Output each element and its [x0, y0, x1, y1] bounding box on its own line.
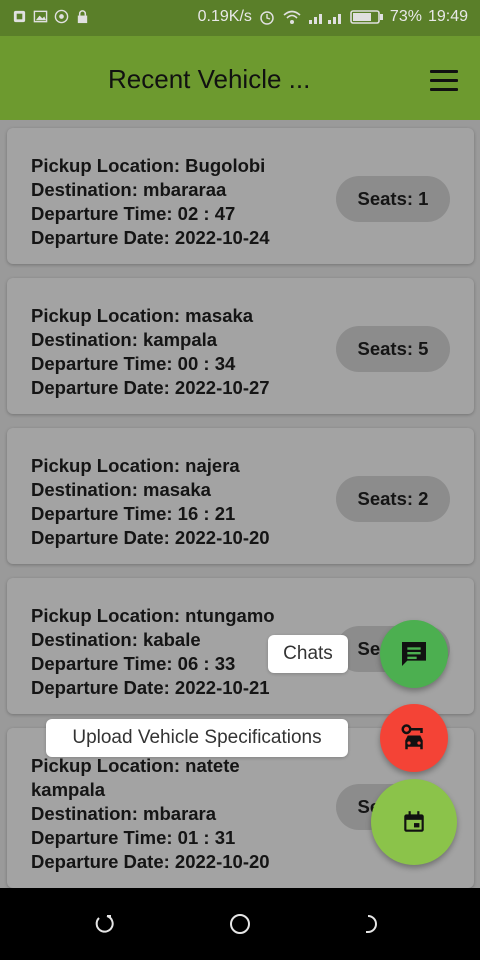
back-icon[interactable] — [362, 912, 386, 936]
ride-details: Pickup Location: natete kampala Destinat… — [31, 754, 270, 874]
ride-details: Pickup Location: Bugolobi Destination: m… — [31, 154, 270, 250]
menu-icon[interactable] — [430, 70, 458, 92]
upload-vehicle-specs-button[interactable] — [380, 704, 448, 772]
recents-icon[interactable] — [95, 912, 119, 936]
gallery-icon — [33, 10, 48, 23]
pickup-location-cont: kampala — [31, 779, 106, 800]
app-bar: Recent Vehicle ... — [0, 36, 480, 120]
destination: Destination: kampala — [31, 329, 218, 350]
battery-icon — [350, 10, 383, 24]
ride-card[interactable]: Pickup Location: masaka Destination: kam… — [7, 278, 474, 414]
departure-time: Departure Time: 16 : 21 — [31, 503, 236, 524]
car-key-icon — [401, 724, 423, 750]
clock: 19:49 — [427, 8, 468, 25]
whatsapp-icon — [54, 9, 69, 24]
pickup-location: Pickup Location: ntungamo — [31, 605, 275, 626]
status-icons-right: 0.19K/s 73% 19:49 — [198, 8, 468, 26]
seats-chip[interactable]: Seats: 1 — [336, 176, 450, 222]
sim-icon — [13, 10, 26, 23]
departure-date: Departure Date: 2022-10-20 — [31, 851, 270, 872]
network-speed: 0.19K/s — [197, 8, 252, 25]
destination: Destination: kabale — [31, 629, 201, 650]
departure-time: Departure Time: 01 : 31 — [31, 827, 236, 848]
departure-time: Departure Time: 00 : 34 — [31, 353, 236, 374]
ride-card[interactable]: Pickup Location: Bugolobi Destination: m… — [7, 128, 474, 264]
page-title: Recent Vehicle ... — [108, 64, 311, 94]
pickup-location: Pickup Location: natete — [31, 755, 240, 776]
ride-details: Pickup Location: najera Destination: mas… — [31, 454, 270, 550]
pickup-location: Pickup Location: najera — [31, 455, 240, 476]
lock-icon — [77, 10, 88, 24]
pickup-location: Pickup Location: Bugolobi — [31, 155, 266, 176]
departure-time: Departure Time: 06 : 33 — [31, 653, 236, 674]
battery-percent: 73% — [389, 8, 422, 25]
main-fab-button[interactable] — [371, 779, 457, 865]
destination: Destination: mbarara — [31, 803, 217, 824]
upload-vehicle-specs-label[interactable]: Upload Vehicle Specifications — [46, 719, 348, 757]
signal-icon — [308, 14, 341, 24]
chats-button[interactable] — [380, 620, 448, 688]
chat-icon — [402, 642, 426, 666]
departure-time: Departure Time: 02 : 47 — [31, 203, 236, 224]
departure-date: Departure Date: 2022-10-21 — [31, 677, 270, 698]
ride-details: Pickup Location: ntungamo Destination: k… — [31, 604, 275, 700]
departure-date: Departure Date: 2022-10-24 — [31, 227, 270, 248]
destination: Destination: masaka — [31, 479, 211, 500]
system-nav-bar — [0, 888, 480, 960]
destination: Destination: mbararaa — [31, 179, 227, 200]
home-icon[interactable] — [228, 912, 252, 936]
status-bar: 0.19K/s 73% 19:49 — [0, 0, 480, 36]
seats-chip[interactable]: Seats: 2 — [336, 476, 450, 522]
ride-card[interactable]: Pickup Location: najera Destination: mas… — [7, 428, 474, 564]
ride-details: Pickup Location: masaka Destination: kam… — [31, 304, 270, 400]
status-icons-left — [12, 9, 90, 24]
wifi-icon — [283, 10, 301, 24]
chats-label[interactable]: Chats — [268, 635, 348, 673]
rides-list[interactable]: Pickup Location: Bugolobi Destination: m… — [0, 120, 480, 888]
pickup-location: Pickup Location: masaka — [31, 305, 254, 326]
departure-date: Departure Date: 2022-10-27 — [31, 377, 270, 398]
seats-chip[interactable]: Seats: 5 — [336, 326, 450, 372]
departure-date: Departure Date: 2022-10-20 — [31, 527, 270, 548]
alarm-icon — [260, 11, 274, 25]
calendar-icon — [404, 811, 424, 832]
